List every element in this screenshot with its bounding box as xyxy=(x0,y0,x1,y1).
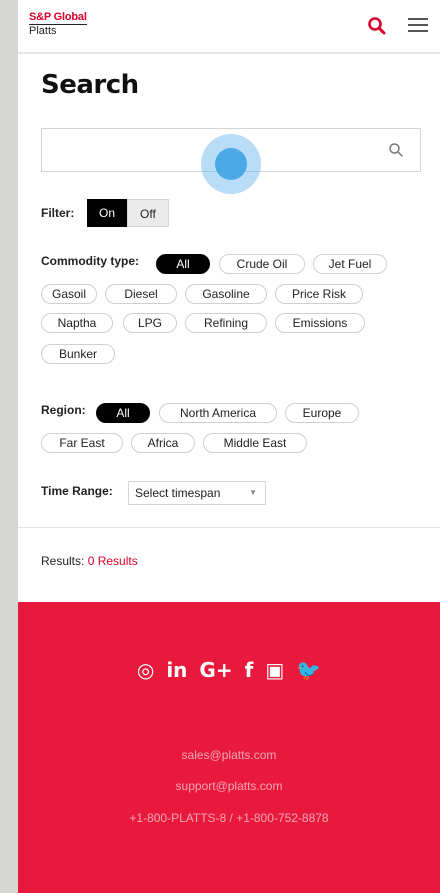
commodity-pill-gasoil[interactable]: Gasoil xyxy=(41,284,97,304)
region-label: Region: xyxy=(41,403,86,417)
filter-on-button[interactable]: On xyxy=(87,199,128,227)
hamburger-menu-icon[interactable] xyxy=(408,18,428,34)
results-label: Results: xyxy=(41,554,85,568)
filter-toggle: On Off xyxy=(87,199,169,227)
instagram-icon[interactable]: ◎ xyxy=(137,656,154,684)
commodity-pill-refining[interactable]: Refining xyxy=(185,313,267,333)
page-title: Search xyxy=(41,70,139,100)
search-icon[interactable] xyxy=(367,16,387,36)
logo[interactable]: S&P Global Platts xyxy=(29,11,87,37)
facebook-icon[interactable]: f xyxy=(245,656,254,684)
support-email-link[interactable]: support@platts.com xyxy=(18,779,440,793)
touch-indicator xyxy=(201,134,261,194)
region-pill-all[interactable]: All xyxy=(96,403,150,423)
commodity-pill-jet-fuel[interactable]: Jet Fuel xyxy=(313,254,387,274)
linkedin-icon[interactable]: in xyxy=(166,656,187,684)
youtube-icon[interactable]: ▣ xyxy=(265,656,284,684)
region-pill-middle-east[interactable]: Middle East xyxy=(203,433,307,453)
divider xyxy=(18,527,440,528)
commodity-pill-diesel[interactable]: Diesel xyxy=(105,284,177,304)
search-submit-icon[interactable] xyxy=(388,142,404,158)
chevron-down-icon: ▼ xyxy=(249,488,257,497)
logo-line1: S&P Global xyxy=(29,11,87,25)
commodity-pill-gasoline[interactable]: Gasoline xyxy=(185,284,267,304)
commodity-pill-naptha[interactable]: Naptha xyxy=(41,313,113,333)
header: S&P Global Platts xyxy=(18,0,440,54)
region-pill-far-east[interactable]: Far East xyxy=(41,433,123,453)
commodity-type-label: Commodity type: xyxy=(41,254,140,268)
commodity-pill-bunker[interactable]: Bunker xyxy=(41,344,115,364)
sales-email-link[interactable]: sales@platts.com xyxy=(18,748,440,762)
region-pill-north-america[interactable]: North America xyxy=(159,403,277,423)
commodity-pill-lpg[interactable]: LPG xyxy=(123,313,177,333)
region-pill-europe[interactable]: Europe xyxy=(285,403,359,423)
twitter-icon[interactable]: 🐦 xyxy=(296,656,321,684)
page: S&P Global Platts Search Filter: On Off … xyxy=(18,0,440,893)
commodity-pill-emissions[interactable]: Emissions xyxy=(275,313,365,333)
filter-label: Filter: xyxy=(41,206,75,220)
filter-off-button[interactable]: Off xyxy=(127,199,169,227)
google-plus-icon[interactable]: G+ xyxy=(199,656,232,684)
commodity-pill-price-risk[interactable]: Price Risk xyxy=(275,284,363,304)
commodity-pill-crude-oil[interactable]: Crude Oil xyxy=(219,254,305,274)
time-range-value: Select timespan xyxy=(135,486,221,500)
footer: ◎ in G+ f ▣ 🐦 sales@platts.com support@p… xyxy=(18,602,440,893)
results: Results: 0 Results xyxy=(41,554,138,568)
commodity-pill-all[interactable]: All xyxy=(156,254,210,274)
phone-link[interactable]: +1-800-PLATTS-8 / +1-800-752-8878 xyxy=(18,811,440,825)
results-count: 0 Results xyxy=(87,554,138,568)
region-pill-africa[interactable]: Africa xyxy=(131,433,195,453)
logo-line2: Platts xyxy=(29,25,57,37)
time-range-select[interactable]: Select timespan ▼ xyxy=(128,481,266,505)
social-links: ◎ in G+ f ▣ 🐦 xyxy=(18,656,440,684)
time-range-label: Time Range: xyxy=(41,484,113,498)
